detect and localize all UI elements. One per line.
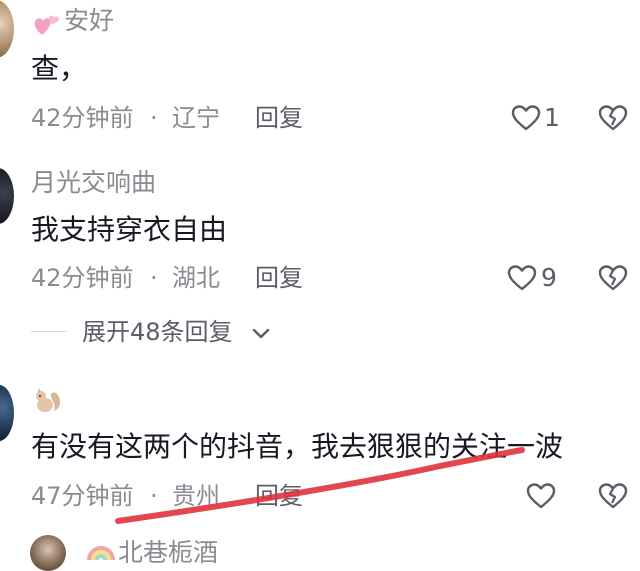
comment-username[interactable]: 北巷栀酒 (118, 538, 218, 568)
avatar[interactable] (30, 535, 66, 571)
red-annotation-stroke (115, 447, 525, 524)
